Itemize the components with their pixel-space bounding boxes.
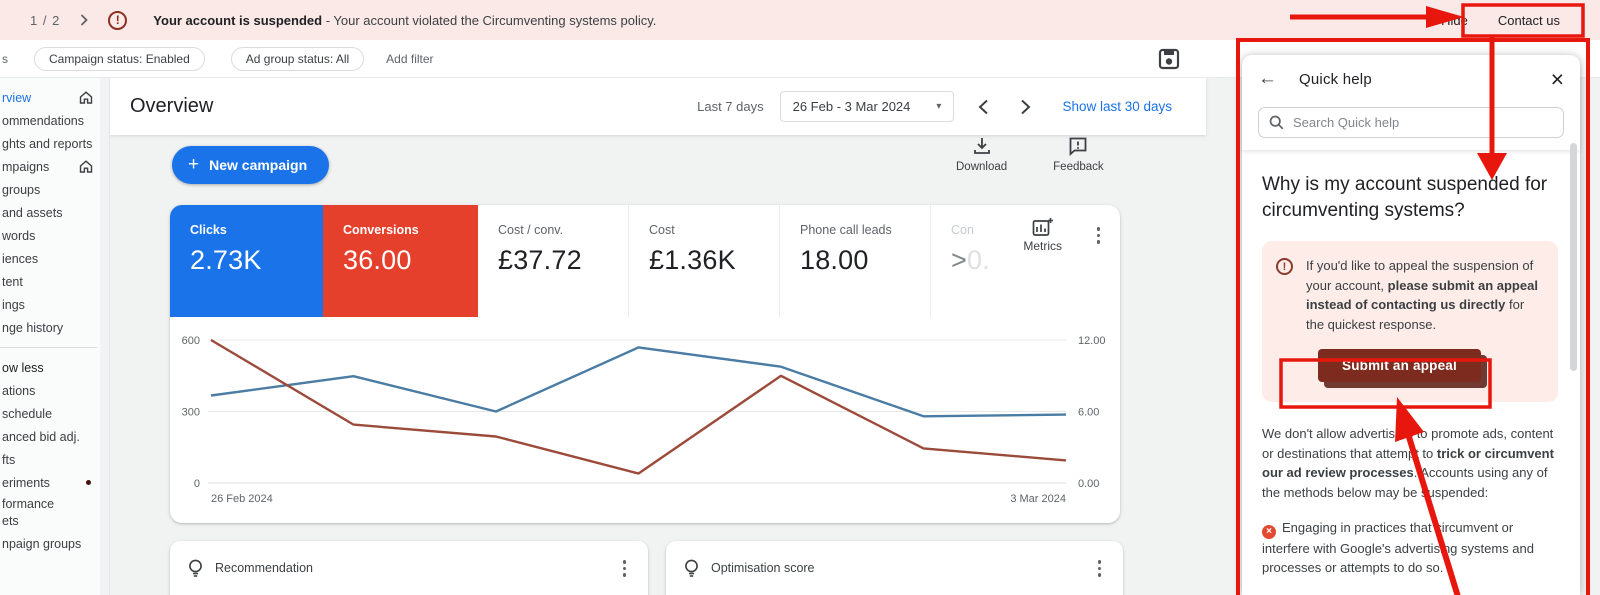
search-icon bbox=[1269, 115, 1284, 130]
home-icon bbox=[79, 91, 93, 104]
overview-header: Overview Last 7 days 26 Feb - 3 Mar 2024… bbox=[110, 78, 1206, 135]
metric-tile-phone-call-leads[interactable]: Phone call leads18.00 bbox=[780, 205, 931, 317]
new-campaign-button[interactable]: + New campaign bbox=[172, 146, 329, 184]
download-icon bbox=[972, 136, 992, 156]
metrics-card-menu-icon[interactable] bbox=[1093, 223, 1105, 248]
banner-message: Your account is suspended - Your account… bbox=[153, 13, 656, 28]
metric-tile-conversions[interactable]: Conversions36.00 bbox=[323, 205, 478, 317]
sidebar-item-tent[interactable]: tent bbox=[0, 270, 109, 293]
banner-next-icon[interactable] bbox=[80, 14, 88, 26]
alert-text: If you'd like to appeal the suspension o… bbox=[1306, 256, 1544, 334]
main-content: Overview Last 7 days 26 Feb - 3 Mar 2024… bbox=[110, 78, 1232, 595]
contact-us-button[interactable]: Contact us bbox=[1498, 13, 1560, 28]
sidebar-item-anced-bid-adj-[interactable]: anced bid adj. bbox=[0, 425, 109, 448]
svg-text:6.00: 6.00 bbox=[1078, 407, 1099, 419]
suspension-banner: 1 / 2 ! Your account is suspended - Your… bbox=[0, 0, 1600, 40]
sidebar-item-fts[interactable]: fts bbox=[0, 448, 109, 471]
date-range-label: Last 7 days bbox=[697, 99, 764, 114]
save-icon[interactable] bbox=[1158, 48, 1180, 70]
policy-paragraph: We don't allow advertisers to promote ad… bbox=[1262, 424, 1558, 502]
sidebar-nav: rviewommendationsghts and reportsmpaigns… bbox=[0, 78, 110, 595]
alert-icon: ! bbox=[1276, 258, 1293, 275]
sidebar-item-nge-history[interactable]: nge history bbox=[0, 316, 109, 339]
back-arrow-icon[interactable]: ← bbox=[1258, 68, 1277, 90]
overview-metrics-card: Clicks2.73KConversions36.00Cost / conv.£… bbox=[170, 205, 1120, 523]
hide-button[interactable]: Hide bbox=[1441, 13, 1468, 28]
sidebar-item-npaign-groups[interactable]: npaign groups bbox=[0, 532, 109, 555]
sidebar-item-ommendations[interactable]: ommendations bbox=[0, 109, 109, 132]
sidebar-item-groups[interactable]: groups bbox=[0, 178, 109, 201]
sidebar-scrollbar[interactable] bbox=[100, 78, 109, 595]
home-icon bbox=[79, 160, 93, 173]
sidebar-item-rview[interactable]: rview bbox=[0, 86, 109, 109]
feedback-icon bbox=[1068, 136, 1088, 156]
svg-text:3 Mar 2024: 3 Mar 2024 bbox=[1010, 493, 1066, 505]
svg-text:12.00: 12.00 bbox=[1078, 335, 1106, 347]
sidebar-divider bbox=[0, 347, 97, 348]
ad-group-status-chip[interactable]: Ad group status: All bbox=[231, 47, 364, 71]
recommendation-card[interactable]: Recommendation bbox=[170, 541, 648, 595]
plus-icon: + bbox=[188, 154, 199, 176]
page-title: Overview bbox=[130, 95, 213, 118]
metric-tile-cost-conv-[interactable]: Cost / conv.£37.72 bbox=[478, 205, 629, 317]
svg-text:300: 300 bbox=[182, 407, 200, 419]
metrics-icon bbox=[1032, 217, 1054, 237]
metric-tile-clicks[interactable]: Clicks2.73K bbox=[170, 205, 323, 317]
sidebar-item-formance[interactable]: formanceets bbox=[0, 494, 109, 532]
add-filter-button[interactable]: Add filter bbox=[386, 52, 433, 66]
sidebar-item-mpaigns[interactable]: mpaigns bbox=[0, 155, 109, 178]
recommendation-menu-icon[interactable] bbox=[619, 556, 631, 581]
quick-help-scrollbar[interactable] bbox=[1570, 143, 1577, 371]
appeal-alert-box: ! If you'd like to appeal the suspension… bbox=[1262, 241, 1558, 402]
download-button[interactable]: Download bbox=[956, 136, 1007, 173]
help-article-heading: Why is my account suspended for circumve… bbox=[1262, 172, 1558, 223]
show-last-30-days-link[interactable]: Show last 30 days bbox=[1062, 99, 1172, 114]
sidebar-item-ings[interactable]: ings bbox=[0, 293, 109, 316]
sidebar-item-and-assets[interactable]: and assets bbox=[0, 201, 109, 224]
quick-help-panel: ← Quick help × Why is my account suspend… bbox=[1242, 55, 1580, 595]
sidebar-item-ations[interactable]: ations bbox=[0, 379, 109, 402]
optimisation-menu-icon[interactable] bbox=[1094, 556, 1106, 581]
quick-help-search[interactable] bbox=[1258, 107, 1564, 138]
caret-down-icon: ▾ bbox=[936, 101, 941, 112]
svg-text:600: 600 bbox=[182, 335, 200, 347]
svg-text:26 Feb 2024: 26 Feb 2024 bbox=[211, 493, 273, 505]
banner-pagination: 1 / 2 bbox=[30, 13, 60, 28]
search-input[interactable] bbox=[1293, 115, 1553, 130]
metrics-button[interactable]: Metrics bbox=[1023, 217, 1062, 253]
svg-text:0.00: 0.00 bbox=[1078, 478, 1099, 490]
sidebar-item-eriments[interactable]: eriments bbox=[0, 471, 109, 494]
optimisation-score-card[interactable]: Optimisation score bbox=[666, 541, 1123, 595]
next-period-button[interactable] bbox=[1012, 94, 1038, 120]
campaign-status-chip[interactable]: Campaign status: Enabled bbox=[34, 47, 205, 71]
performance-chart: 600 12.00 300 6.00 0 0.00 26 Feb 2024 3 Mar 202… bbox=[170, 317, 1120, 523]
submit-appeal-button[interactable]: Submit an appeal bbox=[1318, 349, 1481, 382]
close-icon[interactable]: × bbox=[1551, 68, 1564, 91]
line-chart: 600 12.00 300 6.00 0 0.00 26 Feb 2024 3 Mar 202… bbox=[170, 317, 1120, 523]
quick-help-title: Quick help bbox=[1299, 71, 1372, 88]
sidebar-item-ghts-and-reports[interactable]: ghts and reports bbox=[0, 132, 109, 155]
sidebar-item-ow-less[interactable]: ow less bbox=[0, 356, 109, 379]
cross-icon: × bbox=[1262, 525, 1276, 539]
sidebar-item-schedule[interactable]: schedule bbox=[0, 402, 109, 425]
policy-bullet: ×Engaging in practices that circumvent o… bbox=[1262, 518, 1558, 578]
sidebar-item-iences[interactable]: iences bbox=[0, 247, 109, 270]
metric-tile-cost[interactable]: Cost£1.36K bbox=[629, 205, 780, 317]
svg-text:0: 0 bbox=[194, 478, 200, 490]
truncated-filter-char: s bbox=[2, 52, 8, 66]
lightbulb-icon bbox=[684, 559, 699, 578]
sidebar-item-words[interactable]: words bbox=[0, 224, 109, 247]
feedback-button[interactable]: Feedback bbox=[1053, 136, 1104, 173]
previous-period-button[interactable] bbox=[970, 94, 996, 120]
warning-icon: ! bbox=[108, 11, 127, 30]
lightbulb-icon bbox=[188, 559, 203, 578]
date-range-picker[interactable]: 26 Feb - 3 Mar 2024 ▾ bbox=[780, 91, 955, 122]
notification-dot-icon bbox=[86, 480, 91, 485]
